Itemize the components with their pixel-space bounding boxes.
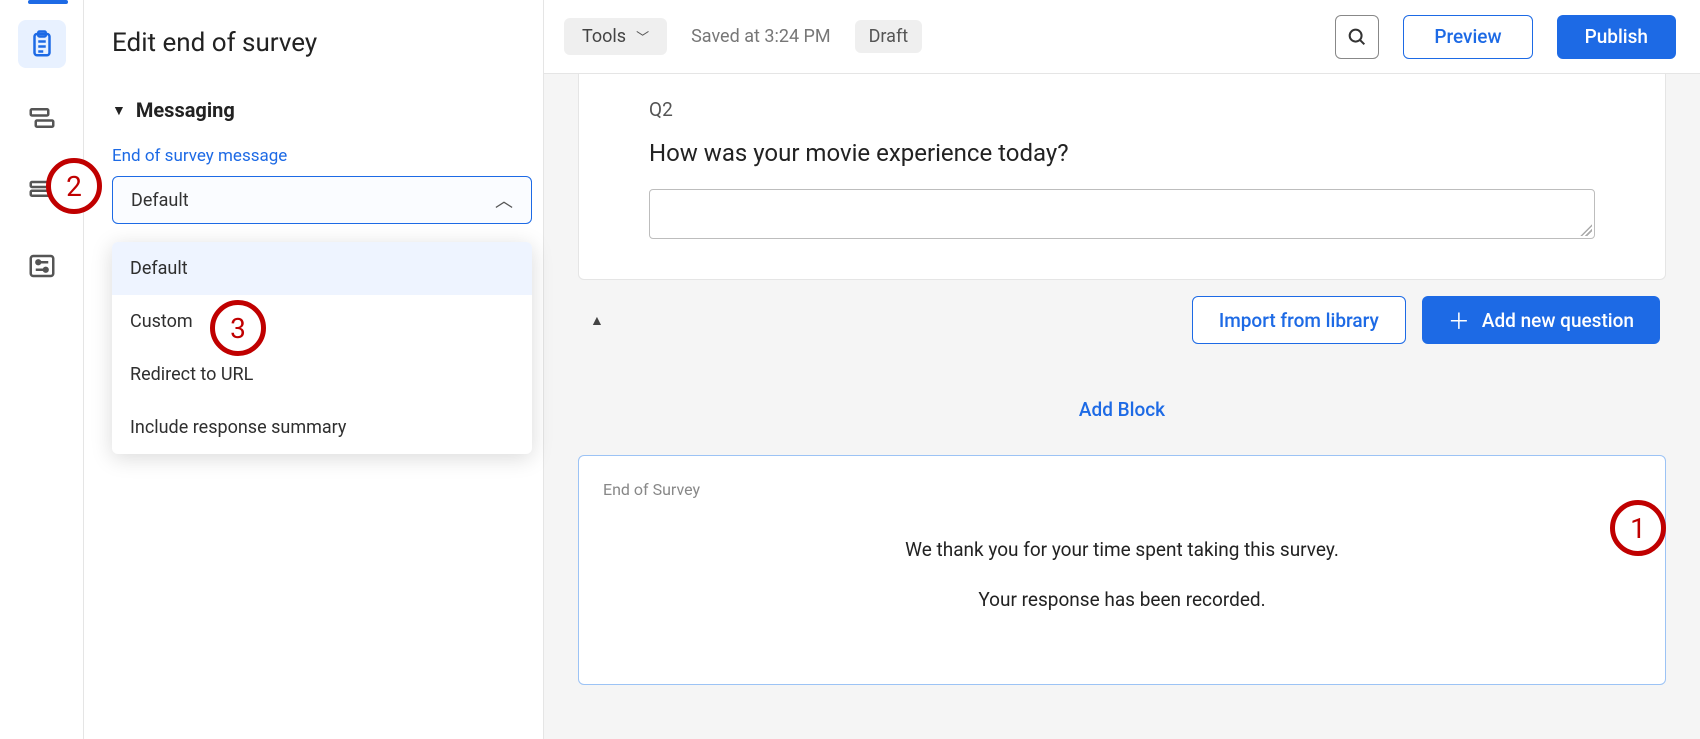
- dropdown-option-summary[interactable]: Include response summary: [112, 401, 532, 454]
- eos-block-label: End of Survey: [603, 480, 1641, 499]
- section-messaging-label: Messaging: [136, 98, 235, 122]
- dropdown-option-redirect[interactable]: Redirect to URL: [112, 348, 532, 401]
- rail-flow[interactable]: [18, 94, 66, 142]
- search-button[interactable]: [1335, 15, 1379, 59]
- sliders-icon: [27, 251, 57, 281]
- draft-status-pill: Draft: [855, 20, 923, 53]
- eos-text-line1: We thank you for your time spent taking …: [603, 535, 1641, 565]
- add-block-link[interactable]: Add Block: [578, 364, 1666, 455]
- section-messaging-header[interactable]: ▼ Messaging: [112, 98, 543, 122]
- add-question-label: Add new question: [1482, 309, 1634, 332]
- sidebar-title: Edit end of survey: [112, 28, 543, 58]
- plus-icon: ＋: [1448, 304, 1470, 336]
- preview-label: Preview: [1434, 25, 1501, 48]
- import-from-library-button[interactable]: Import from library: [1192, 296, 1406, 344]
- rail-options[interactable]: [18, 168, 66, 216]
- saved-timestamp: Saved at 3:24 PM: [691, 26, 831, 47]
- question-text: How was your movie experience today?: [649, 139, 1595, 167]
- dropdown-option-custom[interactable]: Custom: [112, 295, 532, 348]
- question-block[interactable]: Q2 How was your movie experience today?: [578, 74, 1666, 280]
- sidebar-panel: Edit end of survey ▼ Messaging End of su…: [84, 0, 544, 739]
- end-of-survey-block[interactable]: End of Survey We thank you for your time…: [578, 455, 1666, 685]
- rail-settings[interactable]: [18, 242, 66, 290]
- dropdown-option-default[interactable]: Default: [112, 242, 532, 295]
- question-text-input[interactable]: [649, 189, 1595, 239]
- caret-down-icon: ▼: [112, 102, 126, 119]
- question-id-label: Q2: [649, 98, 1595, 121]
- block-actions-row: ▲ Import from library ＋ Add new question: [578, 296, 1666, 364]
- import-label: Import from library: [1219, 309, 1379, 332]
- preview-button[interactable]: Preview: [1403, 15, 1532, 59]
- clipboard-icon: [27, 29, 57, 59]
- publish-button[interactable]: Publish: [1557, 15, 1676, 59]
- eos-block-text: We thank you for your time spent taking …: [603, 535, 1641, 616]
- eos-message-field-label: End of survey message: [112, 146, 543, 166]
- tools-label: Tools: [582, 26, 626, 47]
- add-block-label: Add Block: [1079, 398, 1165, 421]
- tools-menu-button[interactable]: Tools ﹀: [564, 18, 667, 55]
- topbar: Tools ﹀ Saved at 3:24 PM Draft Preview P…: [544, 0, 1700, 74]
- chevron-up-icon: ︿: [495, 187, 513, 213]
- flow-icon: [27, 103, 57, 133]
- eos-text-line2: Your response has been recorded.: [603, 585, 1641, 615]
- eos-message-select[interactable]: Default ︿: [112, 176, 532, 224]
- select-value: Default: [131, 190, 189, 211]
- chevron-down-icon: ﹀: [636, 27, 649, 46]
- add-new-question-button[interactable]: ＋ Add new question: [1422, 296, 1660, 344]
- eos-message-dropdown: Default Custom Redirect to URL Include r…: [112, 242, 532, 454]
- publish-label: Publish: [1585, 25, 1648, 48]
- block-collapse-toggle[interactable]: ▲: [584, 306, 610, 335]
- canvas: Q2 How was your movie experience today? …: [544, 74, 1700, 739]
- layers-icon: [27, 177, 57, 207]
- nav-rail: [0, 0, 84, 739]
- search-icon: [1346, 26, 1368, 48]
- main-area: Tools ﹀ Saved at 3:24 PM Draft Preview P…: [544, 0, 1700, 739]
- rail-builder[interactable]: [18, 20, 66, 68]
